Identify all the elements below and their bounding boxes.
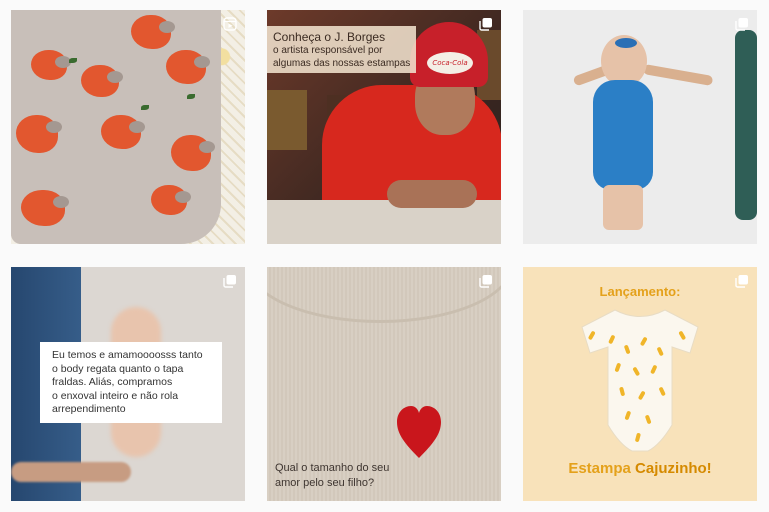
woodcut-print xyxy=(267,90,307,150)
carousel-icon xyxy=(479,18,492,31)
post-tile-baby-walking[interactable] xyxy=(523,10,757,244)
adult-feet xyxy=(11,462,131,482)
heart-icon xyxy=(397,406,441,458)
caption-line: algumas das nossas estampas xyxy=(273,58,411,69)
caption-box: Conheça o J. Borges o artista responsáve… xyxy=(267,26,417,73)
testimonial-line: Eu temos e amamoooosss tanto xyxy=(52,349,203,361)
posts-grid: Coca-Cola Conheça o J. Borges o artista … xyxy=(0,0,769,512)
cashew-print xyxy=(81,65,123,97)
caption-title: Conheça o J. Borges xyxy=(273,30,386,44)
carousel-icon xyxy=(479,275,492,288)
caption-line: o artista responsável por xyxy=(273,45,383,56)
leaf-print xyxy=(69,58,77,63)
blue-bow xyxy=(615,38,637,48)
post-tile-heart[interactable]: Qual o tamanho do seu amor pelo seu filh… xyxy=(267,267,501,501)
baby-legs xyxy=(603,185,643,230)
question-line: Qual o tamanho do seu xyxy=(275,462,390,474)
question-line: amor pelo seu filho? xyxy=(275,477,375,489)
baby-romper xyxy=(593,80,653,190)
carousel-icon xyxy=(735,18,748,31)
cashew-print xyxy=(31,50,71,80)
cap-logo: Coca-Cola xyxy=(425,50,475,76)
post-tile-testimonial[interactable]: Eu temos e amamoooosss tanto o body rega… xyxy=(11,267,245,501)
leaf-print xyxy=(141,105,149,110)
cashew-print xyxy=(21,190,69,226)
footer-highlight: Cajuzinho! xyxy=(635,460,712,477)
launch-headline: Lançamento: xyxy=(599,284,681,299)
launch-footer: Estampa Cajuzinho! xyxy=(523,460,757,477)
pants-image xyxy=(11,10,221,244)
adult-legs xyxy=(735,30,757,220)
testimonial-line: o enxoval inteiro e não rola xyxy=(52,389,179,402)
reels-icon xyxy=(223,17,237,31)
footer-prefix: Estampa xyxy=(568,460,636,477)
testimonial-line: fraldas. Aliás, compramos xyxy=(52,376,173,388)
adult-arm xyxy=(642,63,714,87)
cashew-print xyxy=(16,115,62,153)
testimonial-line: arrependimento xyxy=(52,403,126,415)
cashew-print xyxy=(151,185,191,215)
question-text: Qual o tamanho do seu amor pelo seu filh… xyxy=(275,461,389,491)
cashew-print xyxy=(166,50,210,84)
carousel-icon xyxy=(735,275,748,288)
artist-hands xyxy=(387,180,477,208)
post-tile-launch[interactable]: Lançamento: Estampa Cajuzinho! xyxy=(523,267,757,501)
cashew-print xyxy=(131,15,175,49)
carousel-icon xyxy=(223,275,236,288)
testimonial-line: o body regata quanto o tapa xyxy=(52,362,184,375)
cashew-print xyxy=(171,135,215,171)
testimonial-box: Eu temos e amamoooosss tanto o body rega… xyxy=(40,342,222,423)
leaf-print xyxy=(187,94,195,99)
post-tile-cashew-pants[interactable] xyxy=(11,10,245,244)
post-tile-j-borges[interactable]: Coca-Cola Conheça o J. Borges o artista … xyxy=(267,10,501,244)
cashew-print xyxy=(101,115,145,149)
bodysuit-image xyxy=(581,309,699,452)
